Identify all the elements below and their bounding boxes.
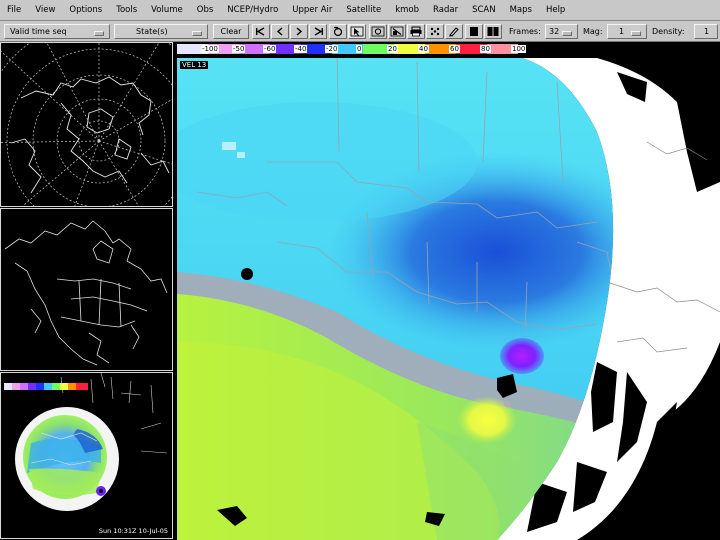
dropdown-indicator-icon <box>192 31 202 36</box>
frames-label: Frames: <box>509 27 541 36</box>
menu-kmob[interactable]: kmob <box>388 5 426 15</box>
menu-maps[interactable]: Maps <box>503 5 539 15</box>
menu-file[interactable]: File <box>0 5 28 15</box>
menu-view[interactable]: View <box>28 5 62 15</box>
points-icon <box>430 27 440 36</box>
colorbar-tick-label: 0 <box>356 45 363 53</box>
state-value: State(s) <box>136 27 168 36</box>
colorbar-tick-label: 100 <box>511 45 527 53</box>
frames-dropdown[interactable]: 32 <box>545 24 578 39</box>
colorbar-tick-label: 20 <box>387 45 398 53</box>
mag-value: 1 <box>619 27 625 36</box>
north-america-map <box>4 220 168 366</box>
first-frame-button[interactable] <box>252 24 270 39</box>
density-value: 1 <box>704 27 710 36</box>
inset-colorbar-strip <box>4 383 88 390</box>
pointer-tool-button[interactable] <box>348 24 366 39</box>
pointer-icon <box>350 26 364 37</box>
inset-colorbar <box>4 375 88 390</box>
chevron-left-icon <box>276 27 283 36</box>
single-pane-button[interactable] <box>465 24 483 39</box>
multi-pane-button[interactable] <box>484 24 502 39</box>
brush-icon <box>449 27 459 37</box>
colorbar-tick-label: -60 <box>263 45 277 53</box>
first-frame-icon <box>256 27 265 36</box>
dropdown-indicator-icon <box>631 31 641 36</box>
menu-ncep-hydro[interactable]: NCEP/Hydro <box>220 5 285 15</box>
density-label: Density: <box>652 27 685 36</box>
menu-obs[interactable]: Obs <box>190 5 221 15</box>
colorbar-tick-label: -20 <box>325 45 339 53</box>
frames-value: 32 <box>549 27 560 36</box>
velocity-colorbar: -100 -50 -60 -40 -20 0 20 40 60 80 100 <box>177 42 527 58</box>
previous-frame-button[interactable] <box>271 24 289 39</box>
inset-timestamp: Sun 10:31Z 10-Jul-05 <box>98 527 168 535</box>
velocity-radar-image <box>177 42 720 540</box>
chevron-right-icon <box>296 27 303 36</box>
last-frame-icon <box>314 27 323 36</box>
radar-inset-pane[interactable]: Sun 10:31Z 10-Jul-05 <box>0 372 173 539</box>
print-button[interactable] <box>407 24 425 39</box>
menu-bar: File View Options Tools Volume Obs NCEP/Hydro U… <box>0 0 720 21</box>
multi-pane-icon <box>487 27 499 36</box>
menu-options[interactable]: Options <box>62 5 109 15</box>
time-mode-dropdown[interactable]: Valid time seq <box>4 24 110 39</box>
rotate-tool-button[interactable] <box>369 24 387 39</box>
side-panes: Sun 10:31Z 10-Jul-05 <box>0 42 175 540</box>
colorbar-tick-label: 40 <box>418 45 429 53</box>
mag-label: Mag: <box>583 27 603 36</box>
time-mode-value: Valid time seq <box>10 27 67 36</box>
menu-tools[interactable]: Tools <box>109 5 144 15</box>
rotate-icon <box>371 26 385 37</box>
loop-button[interactable] <box>329 24 347 39</box>
last-frame-button[interactable] <box>309 24 327 39</box>
toolbar: Valid time seq State(s) Clear Frames: 32… <box>0 21 720 42</box>
main-radar-view[interactable]: -100 -50 -60 -40 -20 0 20 40 60 80 100 VEL 13 <box>177 42 720 540</box>
menu-help[interactable]: Help <box>539 5 572 15</box>
sample-points-button[interactable] <box>426 24 444 39</box>
polar-map-pane[interactable] <box>0 42 173 207</box>
mag-dropdown[interactable]: 1 <box>607 24 647 39</box>
colorbar-tick-label: -50 <box>232 45 246 53</box>
erase-button[interactable] <box>445 24 463 39</box>
zoom-icon <box>390 26 404 37</box>
north-america-map-pane[interactable] <box>0 208 173 371</box>
dropdown-indicator-icon <box>94 31 104 36</box>
printer-icon <box>410 26 422 37</box>
next-frame-button[interactable] <box>290 24 308 39</box>
single-pane-icon <box>470 27 478 36</box>
state-dropdown[interactable]: State(s) <box>114 24 208 39</box>
menu-satellite[interactable]: Satellite <box>339 5 388 15</box>
radar-inset-map <box>15 373 168 511</box>
dropdown-indicator-icon <box>562 31 572 36</box>
polar-map <box>1 43 172 206</box>
zoom-tool-button[interactable] <box>388 24 406 39</box>
density-dropdown[interactable]: 1 <box>694 24 718 39</box>
product-label: VEL 13 <box>180 61 209 69</box>
colorbar-tick-label: 80 <box>480 45 491 53</box>
colorbar-tick-label: -100 <box>201 45 219 53</box>
colorbar-tick-label: -40 <box>294 45 308 53</box>
clear-button[interactable]: Clear <box>213 24 249 39</box>
menu-upper-air[interactable]: Upper Air <box>285 5 339 15</box>
colorbar-tick-label: 60 <box>449 45 460 53</box>
menu-volume[interactable]: Volume <box>144 5 190 15</box>
menu-radar[interactable]: Radar <box>426 5 465 15</box>
loop-icon <box>333 26 343 37</box>
menu-scan[interactable]: SCAN <box>465 5 503 15</box>
